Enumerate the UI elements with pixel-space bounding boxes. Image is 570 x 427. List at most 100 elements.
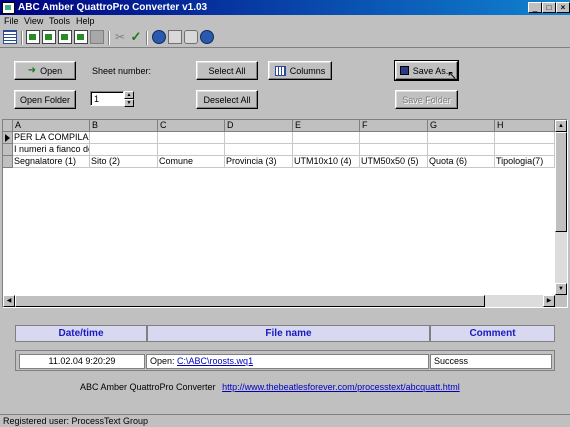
corner-cell — [3, 120, 13, 132]
save-folder-button[interactable]: Save Folder — [395, 90, 458, 109]
table-cell[interactable] — [225, 132, 293, 144]
document-gray-icon[interactable] — [90, 30, 104, 44]
table-cell[interactable]: Quota (6) — [428, 156, 495, 168]
scroll-left-icon[interactable]: ◀ — [3, 295, 15, 307]
excel-icon[interactable] — [26, 30, 40, 44]
table-cell[interactable] — [90, 132, 158, 144]
row-header[interactable] — [3, 144, 13, 156]
scroll-down-icon[interactable]: ▼ — [555, 283, 567, 295]
log-action: Open: — [150, 356, 175, 366]
horizontal-scrollbar[interactable]: ◀ ▶ — [3, 295, 555, 307]
columns-button[interactable]: Columns — [268, 61, 332, 80]
column-header-e[interactable]: E — [293, 120, 360, 132]
log-header-comment: Comment — [430, 325, 555, 342]
table-cell[interactable] — [360, 144, 428, 156]
footer-url-link[interactable]: http://www.thebeatlesforever.com/process… — [222, 382, 460, 392]
spellcheck-icon[interactable]: ✓ — [129, 30, 143, 44]
sheet-number-label: Sheet number: — [92, 66, 152, 76]
spreadsheet-grid[interactable]: A B C D E F G H PER LA COMPILAZIO I nume… — [2, 119, 568, 308]
row-header[interactable] — [3, 132, 13, 144]
table-cell[interactable]: Provincia (3) — [225, 156, 293, 168]
scroll-corner — [555, 295, 567, 307]
table-cell[interactable] — [428, 144, 495, 156]
menu-help[interactable]: Help — [76, 16, 95, 27]
grid-icon[interactable] — [3, 30, 17, 44]
tools-icon[interactable]: ✂ — [113, 30, 127, 44]
footer-product-name: ABC Amber QuattroPro Converter — [80, 382, 216, 392]
toolbar-separator — [108, 31, 110, 45]
column-header-g[interactable]: G — [428, 120, 495, 132]
toolbar-separator — [146, 31, 148, 45]
columns-icon — [274, 65, 286, 76]
status-bar: Registered user: ProcessText Group — [0, 414, 570, 427]
deselect-all-button[interactable]: Deselect All — [196, 90, 258, 109]
column-header-a[interactable]: A — [13, 120, 90, 132]
table-cell[interactable]: Sito (2) — [90, 156, 158, 168]
log-entry: 11.02.04 9:20:29 Open: C:\ABC\roosts.wq1… — [15, 350, 555, 371]
stepper-up-icon[interactable]: ▲ — [124, 91, 134, 99]
column-header-h[interactable]: H — [495, 120, 555, 132]
title-bar: ABC Amber QuattroPro Converter v1.03 _ □… — [0, 0, 570, 15]
table-cell[interactable]: UTM50x50 (5) — [360, 156, 428, 168]
table-cell[interactable] — [293, 144, 360, 156]
maximize-button[interactable]: □ — [542, 2, 556, 13]
column-header-c[interactable]: C — [158, 120, 225, 132]
log-comment: Success — [430, 354, 552, 369]
help-icon[interactable] — [200, 30, 214, 44]
table-cell[interactable]: Segnalatore (1) — [13, 156, 90, 168]
open-arrow-icon: ➜ — [27, 65, 37, 76]
table-cell[interactable] — [225, 144, 293, 156]
columns-button-label: Columns — [289, 65, 326, 76]
table-cell[interactable]: I numeri a fianco del n — [13, 144, 90, 156]
excel-add-icon[interactable] — [42, 30, 56, 44]
toolbar-separator — [21, 31, 23, 45]
status-text: Registered user: ProcessText Group — [3, 416, 149, 426]
sheet-number-stepper[interactable]: ▲ ▼ — [124, 91, 134, 107]
select-all-button[interactable]: Select All — [196, 61, 258, 80]
column-header-b[interactable]: B — [90, 120, 158, 132]
column-header-d[interactable]: D — [225, 120, 293, 132]
row-header[interactable] — [3, 156, 13, 168]
table-cell[interactable]: Comune — [158, 156, 225, 168]
document-icon[interactable] — [74, 30, 88, 44]
menu-view[interactable]: View — [24, 16, 43, 27]
table-cell[interactable] — [495, 144, 555, 156]
app-icon — [2, 2, 15, 14]
info-icon[interactable] — [152, 30, 166, 44]
close-button[interactable]: × — [556, 2, 570, 13]
table-cell[interactable]: Tipologia(7) — [495, 156, 555, 168]
table-cell[interactable] — [158, 132, 225, 144]
export-icon[interactable] — [58, 30, 72, 44]
open-button[interactable]: ➜ Open — [14, 61, 76, 80]
horizontal-scroll-thumb[interactable] — [15, 295, 485, 307]
home-icon[interactable] — [168, 30, 182, 44]
log-file-link[interactable]: C:\ABC\roosts.wq1 — [177, 356, 253, 366]
menu-file[interactable]: File — [4, 16, 19, 27]
log-filename-cell: Open: C:\ABC\roosts.wq1 — [146, 354, 429, 369]
table-cell[interactable] — [90, 144, 158, 156]
open-button-label: Open — [40, 65, 63, 76]
window-title: ABC Amber QuattroPro Converter v1.03 — [18, 2, 208, 13]
log-datetime: 11.02.04 9:20:29 — [19, 354, 145, 369]
table-cell[interactable]: UTM10x10 (4) — [293, 156, 360, 168]
menu-tools[interactable]: Tools — [49, 16, 70, 27]
table-cell[interactable] — [428, 132, 495, 144]
table-cell[interactable] — [495, 132, 555, 144]
mouse-cursor-icon: ↖ — [447, 68, 458, 82]
toolbar: ✂ ✓ — [0, 28, 570, 48]
open-folder-button[interactable]: Open Folder — [14, 90, 76, 109]
minimize-button[interactable]: _ — [528, 2, 542, 13]
table-cell[interactable] — [293, 132, 360, 144]
table-cell[interactable] — [360, 132, 428, 144]
scroll-right-icon[interactable]: ▶ — [543, 295, 555, 307]
footer: ABC Amber QuattroPro Converter http://ww… — [80, 382, 460, 392]
column-header-f[interactable]: F — [360, 120, 428, 132]
print-icon[interactable] — [184, 30, 198, 44]
sheet-number-input[interactable] — [90, 91, 124, 106]
vertical-scroll-thumb[interactable] — [555, 132, 567, 232]
scroll-up-icon[interactable]: ▲ — [555, 120, 567, 132]
vertical-scrollbar[interactable]: ▲ ▼ — [555, 120, 567, 295]
table-cell[interactable]: PER LA COMPILAZIO — [13, 132, 90, 144]
table-cell[interactable] — [158, 144, 225, 156]
stepper-down-icon[interactable]: ▼ — [124, 99, 134, 107]
